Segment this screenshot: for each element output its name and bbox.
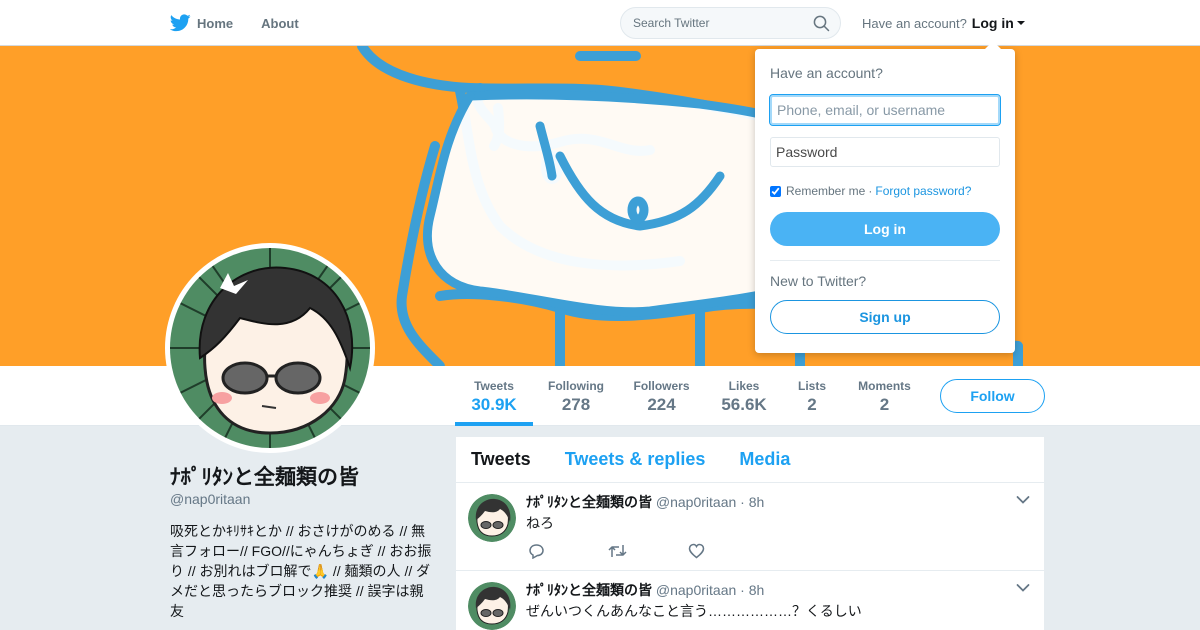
login-dropdown-title: Have an account? (770, 65, 883, 81)
tweet-text: ぜんいつくんあんなこと言う………………？くるしい (526, 603, 862, 619)
tweet-timestamp[interactable]: · 8h (740, 494, 764, 510)
stat-label: Likes (728, 379, 760, 393)
tweet-author-name[interactable]: ﾅﾎﾟﾘﾀﾝと全麺類の皆 (526, 582, 652, 598)
retweet-action[interactable] (608, 543, 688, 564)
have-account-text: Have an account? (862, 15, 967, 31)
tweet-header: ﾅﾎﾟﾘﾀﾝと全麺類の皆 @nap0ritaan · 8h (526, 580, 764, 600)
avatar-thumb-image (468, 494, 516, 542)
stat-followers[interactable]: Followers 224 (626, 366, 697, 426)
stat-label: Moments (858, 379, 911, 393)
tweet-header: ﾅﾎﾟﾘﾀﾝと全麺類の皆 @nap0ritaan · 8h (526, 492, 764, 512)
stat-likes[interactable]: Likes 56.6K (713, 366, 775, 426)
stat-tweets[interactable]: Tweets 30.9K (455, 366, 533, 426)
tweet-author-handle[interactable]: @nap0ritaan (656, 494, 736, 510)
caret-down-icon[interactable] (1016, 21, 1025, 25)
stat-label: Following (548, 379, 604, 393)
stat-value: 224 (647, 395, 676, 414)
home-link[interactable]: Home (170, 14, 233, 32)
chevron-down-icon[interactable] (1016, 495, 1030, 505)
stat-value: 2 (807, 395, 817, 414)
stat-moments[interactable]: Moments 2 (853, 366, 916, 426)
tweet-actions (528, 543, 768, 564)
nav-left: Home About (170, 0, 327, 46)
tweet-item[interactable]: ﾅﾎﾟﾘﾀﾝと全麺類の皆 @nap0ritaan · 8h ねろ (456, 483, 1044, 571)
stat-value: 278 (561, 395, 591, 414)
stat-value: 2 (879, 395, 890, 414)
tweet-timestamp[interactable]: · 8h (740, 582, 764, 598)
username-field[interactable] (769, 94, 1001, 126)
follow-button[interactable]: Follow (940, 379, 1045, 413)
twitter-bird-icon (170, 14, 191, 32)
profile-bio: 吸死とかｷﾘｻｷとか // おさけがのめる // 無言フォロー// FGO//に… (170, 523, 432, 619)
tab-tweets[interactable]: Tweets (471, 449, 531, 470)
stat-value: 56.6K (721, 395, 767, 414)
stat-label: Lists (797, 379, 826, 393)
reply-icon (529, 544, 544, 560)
top-navigation-bar: Home About Have an account? Log in (0, 0, 1200, 46)
retweet-icon (608, 545, 627, 557)
stat-following[interactable]: Following 278 (541, 366, 611, 426)
login-dropdown-toggle[interactable]: Log in (972, 15, 1014, 31)
tab-media[interactable]: Media (739, 449, 790, 470)
new-to-twitter-text: New to Twitter? (770, 273, 867, 289)
search-box (620, 7, 841, 39)
remember-me-checkbox[interactable] (770, 185, 781, 197)
stat-label: Followers (633, 379, 690, 393)
timeline-tabs: Tweets Tweets & replies Media (456, 437, 1044, 483)
heart-icon (688, 543, 705, 559)
stat-label: Tweets (474, 379, 514, 393)
login-dropdown: Have an account? Remember me · Forgot pa… (755, 41, 1015, 353)
tab-tweets-and-replies[interactable]: Tweets & replies (565, 449, 706, 470)
signup-button[interactable]: Sign up (770, 300, 1000, 334)
about-label: About (261, 15, 299, 31)
tweet-author-name[interactable]: ﾅﾎﾟﾘﾀﾝと全麺類の皆 (526, 494, 652, 510)
password-field[interactable] (770, 137, 1000, 167)
reply-action[interactable] (528, 543, 608, 564)
profile-avatar[interactable] (165, 243, 375, 453)
forgot-password-link[interactable]: Forgot password? (875, 184, 971, 198)
separator-dot: · (868, 184, 873, 198)
like-action[interactable] (688, 543, 768, 564)
avatar-image (170, 248, 370, 448)
search-icon[interactable] (813, 15, 830, 32)
remember-me-label[interactable]: Remember me (786, 184, 865, 198)
tweet-avatar[interactable] (468, 494, 516, 542)
stat-value: 30.9K (471, 395, 517, 414)
profile-name[interactable]: ﾅﾎﾟﾘﾀﾝと全麺類の皆 (170, 461, 359, 491)
chevron-down-icon[interactable] (1016, 583, 1030, 593)
remember-row: Remember me · Forgot password? (770, 184, 971, 198)
tweet-author-handle[interactable]: @nap0ritaan (656, 582, 736, 598)
about-link[interactable]: About (261, 16, 299, 31)
divider (770, 260, 1000, 261)
timeline: Tweets Tweets & replies Media ﾅﾎﾟﾘﾀﾝと全麺類… (456, 437, 1044, 630)
stat-lists[interactable]: Lists 2 (791, 366, 833, 426)
avatar-thumb-image (468, 582, 516, 630)
login-toggle: Have an account? Log in (862, 0, 1025, 46)
home-label: Home (197, 15, 234, 31)
tweet-avatar[interactable] (468, 582, 516, 630)
search-input[interactable] (621, 8, 801, 38)
profile-handle[interactable]: @nap0ritaan (170, 491, 250, 507)
tweet-item[interactable]: ﾅﾎﾟﾘﾀﾝと全麺類の皆 @nap0ritaan · 8h ぜんいつくんあんなこ… (456, 571, 1044, 630)
login-button[interactable]: Log in (770, 212, 1000, 246)
tweet-text: ねろ (526, 515, 554, 531)
